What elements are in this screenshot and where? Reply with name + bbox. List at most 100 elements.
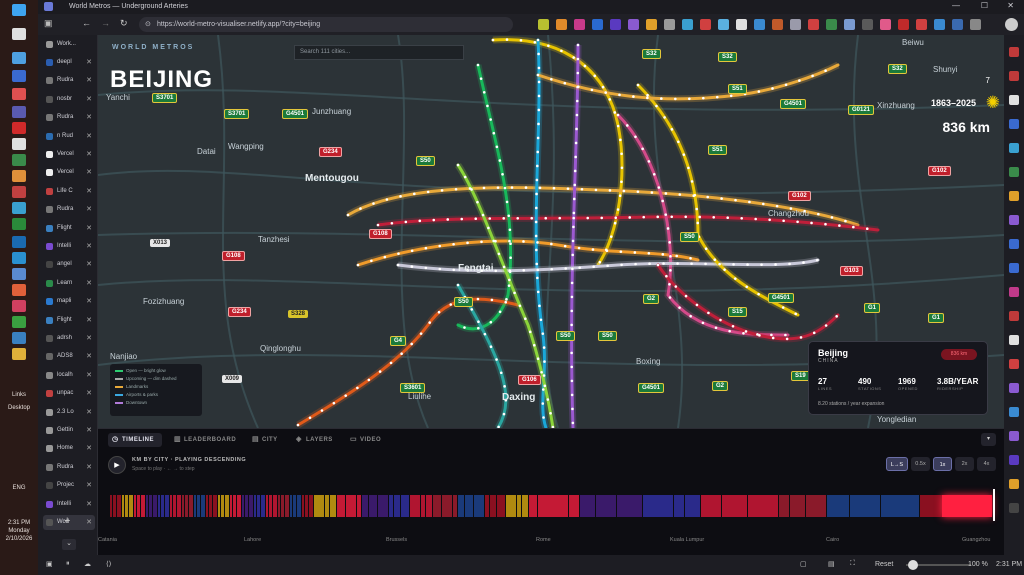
- station-dot[interactable]: [543, 360, 546, 363]
- speed-1x-button[interactable]: 1x: [933, 457, 952, 471]
- app-icon[interactable]: [12, 170, 26, 182]
- close-tab-icon[interactable]: ✕: [86, 73, 92, 88]
- timeline-city-bar[interactable]: [497, 495, 505, 517]
- timeline-city-bar[interactable]: [297, 495, 301, 517]
- station-dot[interactable]: [652, 172, 656, 176]
- sidebar-app-icon[interactable]: [1009, 311, 1019, 321]
- station-dot[interactable]: [641, 147, 644, 151]
- station-dot[interactable]: [440, 189, 444, 192]
- station-dot[interactable]: [507, 214, 511, 218]
- timeline-city-bar[interactable]: [701, 495, 721, 517]
- station-dot[interactable]: [528, 330, 532, 334]
- reload-icon[interactable]: ↻: [120, 18, 128, 29]
- station-dot[interactable]: [655, 104, 658, 108]
- extension-icon[interactable]: [592, 19, 603, 30]
- station-dot[interactable]: [669, 269, 672, 272]
- station-dot[interactable]: [535, 262, 539, 266]
- station-dot[interactable]: [537, 108, 541, 112]
- timeline-city-bar[interactable]: [453, 495, 457, 517]
- station-dot[interactable]: [636, 190, 640, 193]
- station-dot[interactable]: [575, 99, 579, 103]
- sidebar-app-icon[interactable]: [1009, 479, 1019, 489]
- timeline-city-bar[interactable]: [249, 495, 253, 517]
- speed-2x-button[interactable]: 2x: [955, 457, 974, 471]
- station-dot[interactable]: [536, 164, 539, 168]
- sidebar-app-icon[interactable]: [1009, 167, 1019, 177]
- timeline-city-bar[interactable]: [269, 495, 272, 517]
- station-dot[interactable]: [674, 97, 677, 101]
- timeline-city-bar[interactable]: [426, 495, 432, 517]
- timeline-city-bar[interactable]: [170, 495, 172, 517]
- station-dot[interactable]: [570, 281, 574, 285]
- station-dot[interactable]: [715, 95, 719, 99]
- station-dot[interactable]: [489, 320, 493, 324]
- browser-tab[interactable]: Intelli ✕: [43, 497, 95, 512]
- station-dot[interactable]: [486, 104, 489, 108]
- station-dot[interactable]: [480, 240, 483, 244]
- station-dot[interactable]: [669, 255, 672, 258]
- close-tab-icon[interactable]: ✕: [86, 331, 92, 346]
- timeline-city-bar[interactable]: [458, 495, 464, 517]
- station-dot[interactable]: [684, 294, 688, 298]
- extension-icon[interactable]: [808, 19, 819, 30]
- station-dot[interactable]: [501, 172, 504, 176]
- station-dot[interactable]: [794, 312, 797, 316]
- station-dot[interactable]: [536, 357, 540, 360]
- station-dot[interactable]: [729, 94, 733, 98]
- extension-icon[interactable]: [898, 19, 909, 30]
- sidebar-app-icon[interactable]: [1009, 335, 1019, 345]
- browser-tab[interactable]: ADS8 ✕: [43, 349, 95, 364]
- timeline-city-bar[interactable]: [173, 495, 176, 517]
- station-dot[interactable]: [660, 97, 663, 100]
- station-dot[interactable]: [632, 95, 635, 98]
- close-tab-icon[interactable]: ✕: [86, 239, 92, 254]
- station-dot[interactable]: [550, 242, 553, 246]
- forward-icon[interactable]: →: [101, 18, 110, 28]
- sidebar-app-icon[interactable]: [1009, 359, 1019, 369]
- station-dot[interactable]: [490, 298, 494, 302]
- links-label[interactable]: Links: [0, 392, 38, 398]
- station-dot[interactable]: [536, 276, 539, 280]
- workspace-selector[interactable]: Work...: [43, 37, 95, 52]
- close-tab-icon[interactable]: ✕: [86, 202, 92, 217]
- close-tab-icon[interactable]: ✕: [86, 184, 92, 199]
- close-tab-icon[interactable]: ✕: [86, 423, 92, 438]
- app-icon[interactable]: [12, 316, 26, 328]
- station-dot[interactable]: [496, 186, 500, 189]
- station-dot[interactable]: [745, 285, 749, 289]
- station-dot[interactable]: [418, 219, 422, 223]
- timeline-city-bar[interactable]: [230, 495, 232, 517]
- sidebar-app-icon[interactable]: [1009, 407, 1019, 417]
- station-dot[interactable]: [572, 56, 575, 59]
- close-window-button[interactable]: ✕: [1007, 1, 1014, 10]
- capture-icon[interactable]: ⛶: [850, 560, 855, 568]
- station-dot[interactable]: [346, 213, 350, 217]
- station-dot[interactable]: [550, 267, 554, 271]
- station-dot[interactable]: [668, 241, 671, 244]
- station-dot[interactable]: [463, 175, 467, 179]
- station-dot[interactable]: [385, 198, 389, 201]
- station-dot[interactable]: [566, 187, 570, 190]
- timeline-city-bar[interactable]: [325, 495, 329, 517]
- station-dot[interactable]: [572, 225, 575, 229]
- extension-icon[interactable]: [628, 19, 639, 30]
- station-dot[interactable]: [332, 401, 336, 405]
- extension-icon[interactable]: [934, 19, 945, 30]
- close-tab-icon[interactable]: ✕: [86, 165, 92, 180]
- station-dot[interactable]: [682, 153, 686, 156]
- station-dot[interactable]: [642, 215, 646, 219]
- timeline-city-bar[interactable]: [237, 495, 241, 517]
- app-icon[interactable]: [12, 52, 26, 64]
- station-dot[interactable]: [495, 358, 498, 361]
- station-dot[interactable]: [726, 216, 730, 220]
- app-icon[interactable]: [12, 348, 26, 360]
- station-dot[interactable]: [412, 192, 416, 196]
- sidebar-app-icon[interactable]: [1009, 383, 1019, 393]
- station-dot[interactable]: [572, 197, 576, 201]
- station-dot[interactable]: [835, 315, 838, 318]
- close-tab-icon[interactable]: ✕: [86, 386, 92, 401]
- station-dot[interactable]: [542, 374, 546, 377]
- station-dot[interactable]: [592, 265, 595, 269]
- station-dot[interactable]: [534, 220, 538, 224]
- timeline-city-bar[interactable]: [330, 495, 336, 517]
